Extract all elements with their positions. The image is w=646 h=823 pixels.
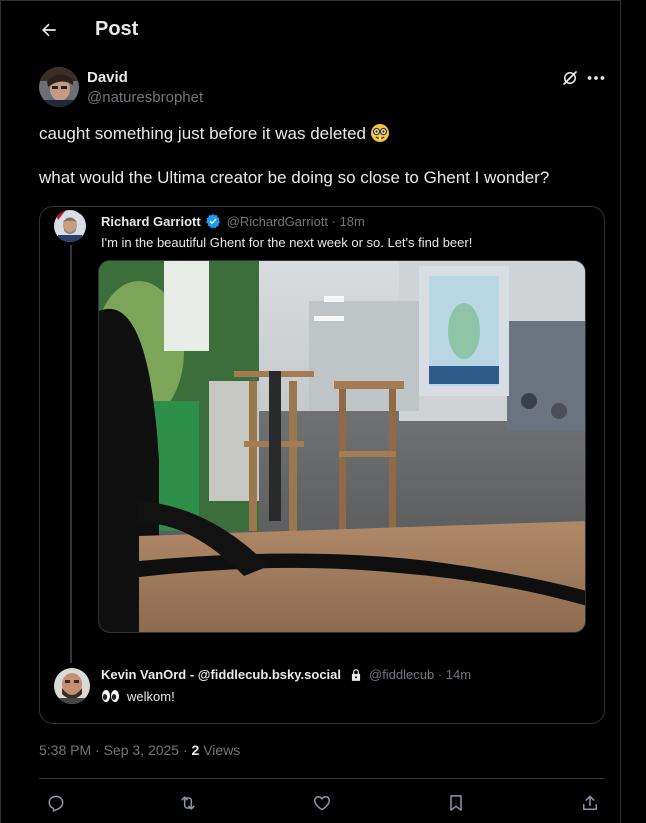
quoted-thread[interactable]: Richard Garriott @RichardGarriott · 18m …	[39, 206, 605, 724]
back-button[interactable]	[33, 14, 65, 46]
top-bar: Post	[1, 1, 621, 58]
quote-avatar-richard[interactable]	[54, 210, 86, 242]
action-bar	[39, 790, 605, 816]
quote-reply-handle-time: @fiddlecub · 14m	[369, 667, 472, 682]
share-button[interactable]	[577, 790, 603, 816]
lock-icon	[351, 668, 361, 681]
post-metadata: 5:38 PM · Sep 3, 2025 · 2 Views	[39, 742, 240, 758]
post-text: caught something just before it was dele…	[39, 123, 609, 211]
quote-text-richard: I'm in the beautiful Ghent for the next …	[101, 235, 473, 250]
post-text-line2: what would the Ultima creator be doing s…	[39, 168, 550, 187]
views-label: Views	[199, 742, 241, 758]
page-title: Post	[95, 18, 139, 40]
bookmark-button[interactable]	[443, 790, 469, 816]
grok-icon[interactable]	[561, 69, 579, 87]
post-author: David @naturesbrophet	[39, 67, 609, 111]
post-timestamp[interactable]: 5:38 PM · Sep 3, 2025 ·	[39, 742, 192, 758]
quote-header-kevin: Kevin VanOrd - @fiddlecub.bsky.social @f…	[101, 667, 471, 682]
quote-reply-text: welkom!	[101, 689, 175, 704]
quote-header-richard: Richard Garriott @RichardGarriott · 18m	[101, 213, 365, 229]
share-icon	[583, 795, 597, 810]
bookmark-icon	[450, 795, 462, 811]
quote-author-name[interactable]: Richard Garriott	[101, 214, 201, 229]
repost-button[interactable]	[175, 790, 201, 816]
like-icon	[313, 796, 331, 811]
reply-icon	[48, 795, 64, 812]
repost-icon	[181, 796, 195, 810]
quote-handle-time: @RichardGarriott · 18m	[226, 213, 365, 229]
post-text-line1: caught something just before it was dele…	[39, 123, 609, 145]
quote-photo[interactable]	[98, 260, 586, 633]
more-icon[interactable]	[585, 69, 607, 87]
author-avatar[interactable]	[39, 67, 79, 107]
reply-button[interactable]	[43, 790, 69, 816]
divider	[39, 778, 605, 779]
thread-connector	[70, 245, 72, 663]
verified-badge-icon	[205, 214, 220, 229]
author-name[interactable]: David	[87, 69, 128, 86]
quote-reply-author-name[interactable]: Kevin VanOrd - @fiddlecub.bsky.social	[101, 667, 341, 682]
post-column: Post David @naturesbrophet caught someth…	[0, 0, 621, 823]
eyes-emoji	[102, 690, 119, 702]
like-button[interactable]	[309, 790, 335, 816]
arrow-left-icon	[42, 23, 56, 37]
quote-avatar-kevin[interactable]	[54, 668, 90, 704]
nerd-face-emoji	[370, 124, 389, 142]
author-handle[interactable]: @naturesbrophet	[87, 89, 203, 106]
